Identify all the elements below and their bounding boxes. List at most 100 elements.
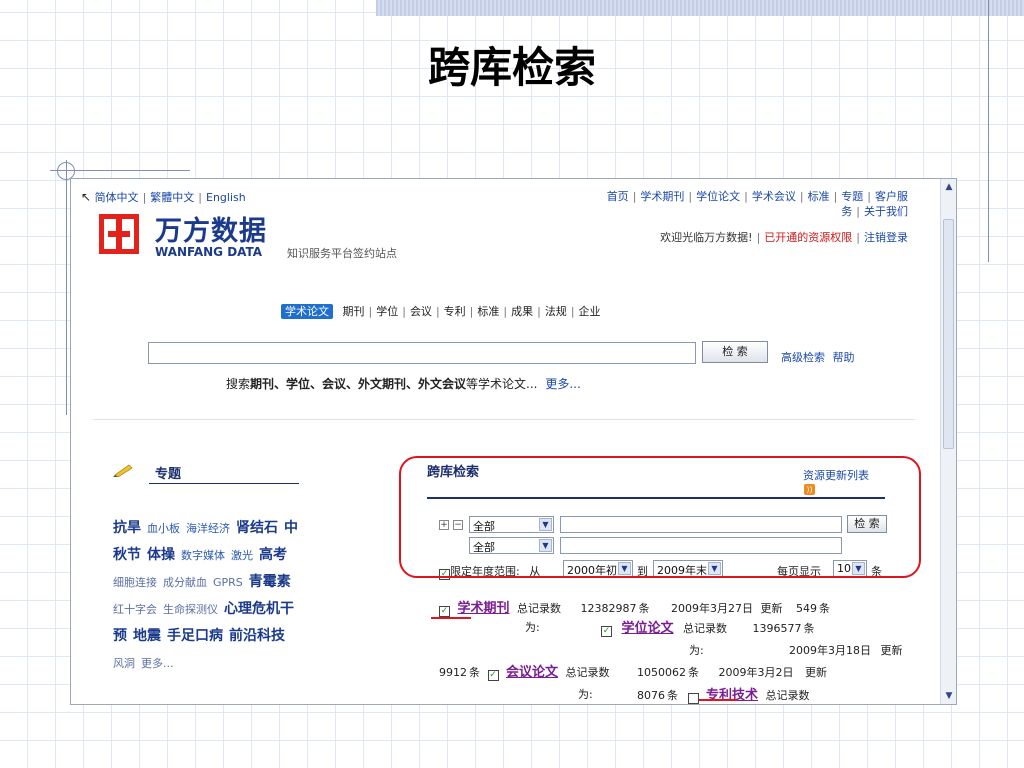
main-search-input[interactable] (148, 342, 696, 364)
topic-tag[interactable]: 抗旱 (113, 515, 141, 542)
db-journal-checkbox[interactable]: ✓ (439, 606, 450, 617)
db-journal-total-unit: 条 (638, 602, 650, 615)
page-scrollbar[interactable]: ▲ ▼ (940, 179, 956, 704)
topic-row: 细胞连接 成分献血 GPRS 青霉素 (113, 569, 383, 596)
main-search-button[interactable]: 检 索 (702, 341, 768, 363)
db-thesis-total: 1396577 (752, 622, 802, 635)
lang-english[interactable]: English (206, 191, 246, 204)
topic-row: 抗旱 血小板 海洋经济 肾结石中 (113, 515, 383, 542)
topic-tag[interactable]: 血小板 (147, 515, 180, 542)
welcome-bar: 欢迎光临万方数据! | 已开通的资源权限 | 注销登录 (660, 231, 908, 244)
nav-topics[interactable]: 专题 (841, 190, 863, 203)
topic-tag[interactable]: 数字媒体 (181, 542, 225, 569)
resource-rights-link[interactable]: 已开通的资源权限 (764, 231, 852, 244)
pencil-icon (113, 464, 133, 477)
db-conference-total-unit: 条 (688, 666, 700, 679)
tab-standards[interactable]: 标准 (477, 305, 499, 318)
topics-heading-underline (149, 483, 299, 484)
db-journal-total-label: 总记录数 (517, 602, 562, 615)
lang-simplified[interactable]: 简体中文 (95, 191, 139, 204)
db-conference-update-label: 更新 (805, 666, 828, 679)
logout-link[interactable]: 注销登录 (864, 231, 908, 244)
topic-tag[interactable]: 前沿科技 (229, 623, 285, 650)
nav-theses[interactable]: 学位论文 (696, 190, 740, 203)
db-conference-update: 8076 (637, 689, 665, 702)
topic-tag[interactable]: 手足口病 (167, 623, 223, 650)
db-thesis-row: ✓ 学位论文 总记录数 1396577 条 (601, 617, 815, 637)
top-nav-line2: 务 | 关于我们 (841, 205, 908, 218)
tab-enterprises[interactable]: 企业 (579, 305, 601, 318)
tab-academic-papers[interactable]: 学术论文 (281, 304, 333, 319)
topic-tag[interactable]: 成分献血 (163, 569, 207, 596)
topic-tag[interactable]: 激光 (231, 542, 253, 569)
tab-patents[interactable]: 专利 (444, 305, 466, 318)
slide-title: 跨库检索 (427, 43, 596, 92)
tab-laws[interactable]: 法规 (545, 305, 567, 318)
topic-tag[interactable]: 中 (284, 515, 298, 542)
db-thesis-total-unit: 条 (803, 622, 815, 635)
topic-tag[interactable]: 青霉素 (249, 569, 291, 596)
search-hint: 搜索期刊、学位、会议、外文期刊、外文会议等学术论文... 更多... (226, 375, 581, 392)
topic-tag[interactable]: 预 (113, 623, 127, 650)
tab-conferences[interactable]: 会议 (410, 305, 432, 318)
scroll-down-icon[interactable]: ▼ (944, 691, 954, 701)
db-thesis-date: 2009年3月18日 (789, 644, 871, 657)
nav-customer-service-cont[interactable]: 务 (841, 205, 852, 218)
topic-tag[interactable]: 海洋经济 (186, 515, 230, 542)
db-conference-checkbox[interactable]: ✓ (487, 670, 499, 681)
topic-tag[interactable]: 体操 (147, 542, 175, 569)
content-divider (93, 419, 915, 420)
help-link[interactable]: 帮助 (833, 351, 855, 364)
browser-screenshot: ↖ 简体中文 | 繁體中文 | English 首页 | 学术期刊 | 学位论文 | 学术会议 | 标准… (70, 178, 957, 705)
db-patent-row: 8076条 ✓ 专利技术 总记录数 (637, 684, 810, 704)
db-thesis-checkbox[interactable]: ✓ (601, 626, 612, 637)
db-conference-link[interactable]: 会议论文 (506, 665, 558, 680)
welcome-text: 欢迎光临万方数据! (660, 231, 753, 244)
topic-tag[interactable]: GPRS (213, 569, 243, 596)
topic-tag[interactable]: 秋节 (113, 542, 141, 569)
db-journal-link[interactable]: 学术期刊 (458, 601, 510, 616)
nav-journals[interactable]: 学术期刊 (640, 190, 684, 203)
logo-slogan: 知识服务平台签约站点 (287, 247, 397, 260)
topic-tag[interactable]: 地震 (133, 623, 161, 650)
advanced-search-link[interactable]: 高级检索 (781, 351, 825, 364)
tab-degrees[interactable]: 学位 (376, 305, 398, 318)
topic-row: 预地震 手足口病 前沿科技 (113, 623, 383, 650)
db-journal-date: 2009年3月27日 (671, 602, 754, 615)
topic-tag[interactable]: 生命探测仪 (163, 596, 218, 623)
db-thesis-date-row: 2009年3月18日 更新 (789, 642, 903, 658)
topic-tag-cloud: 抗旱 血小板 海洋经济 肾结石中秋节 体操 数字媒体 激光 高考 细胞连接 成分献血 GPRS 青霉素… (113, 515, 383, 677)
topic-tag[interactable]: 细胞连接 (113, 569, 157, 596)
language-bar: ↖ 简体中文 | 繁體中文 | English (81, 190, 246, 204)
db-journal-total: 12382987 (580, 602, 637, 615)
topic-tag[interactable]: 心理危机干 (224, 596, 294, 623)
search-more-link[interactable]: 更多... (545, 377, 580, 391)
db-thesis-update: 9912 (439, 666, 467, 679)
nav-home[interactable]: 首页 (607, 190, 629, 203)
scroll-up-icon[interactable]: ▲ (944, 182, 954, 192)
nav-standards[interactable]: 标准 (808, 190, 830, 203)
db-thesis-link[interactable]: 学位论文 (622, 621, 674, 636)
tab-achievements[interactable]: 成果 (511, 305, 533, 318)
db-patent-checkbox[interactable]: ✓ (687, 693, 699, 704)
topic-tag[interactable]: 红十字会 (113, 596, 157, 623)
wanfang-logo-icon[interactable] (99, 214, 139, 254)
topic-row: 风洞 更多... (113, 650, 383, 677)
topic-tag[interactable]: 更多... (141, 650, 174, 677)
topic-tag[interactable]: 风洞 (113, 650, 135, 677)
db-thesis-is-label: 为: (689, 644, 704, 657)
db-patent-total-label: 总记录数 (765, 689, 810, 702)
topic-tag[interactable]: 高考 (259, 542, 287, 569)
lang-traditional[interactable]: 繁體中文 (150, 191, 194, 204)
db-thesis-total-label: 总记录数 (683, 622, 728, 635)
nav-about[interactable]: 关于我们 (864, 205, 908, 218)
nav-conferences[interactable]: 学术会议 (752, 190, 796, 203)
scroll-thumb[interactable] (943, 219, 954, 449)
db-journal-is-label: 为: (525, 621, 540, 634)
db-journal-update: 549 (796, 602, 818, 615)
topic-tag[interactable]: 肾结石 (236, 515, 278, 542)
db-patent-red-underline (699, 699, 737, 701)
search-tabs: 学术论文 期刊 | 学位 | 会议 | 专利 | 标准 | 成果 | 法规 | 企业 (281, 303, 601, 319)
tab-journals[interactable]: 期刊 (343, 305, 365, 318)
nav-customer-service[interactable]: 客户服 (875, 190, 908, 203)
